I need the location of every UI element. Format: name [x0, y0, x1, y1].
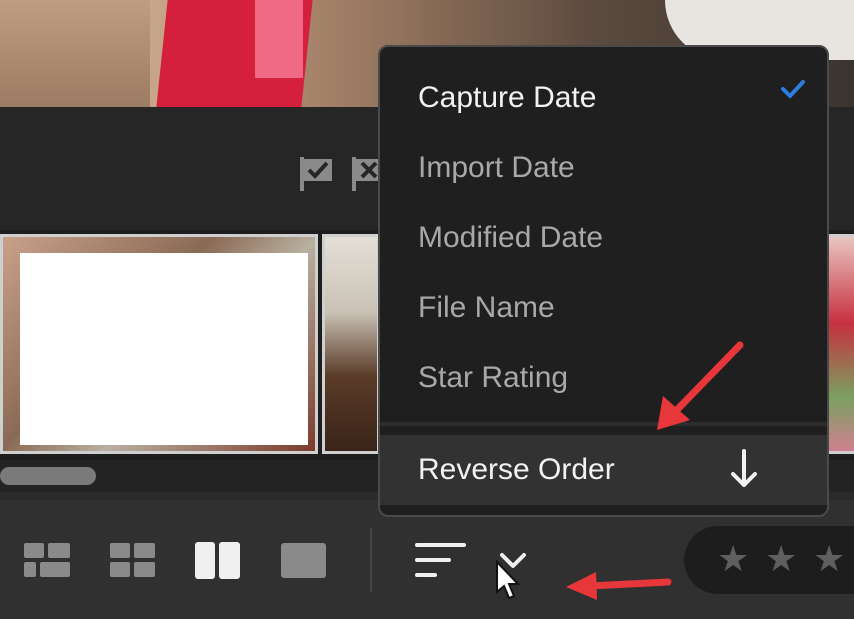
menu-item-file-name[interactable]: File Name [418, 288, 555, 328]
detail-view-icon[interactable] [281, 543, 326, 579]
photo-region [0, 0, 150, 107]
mouse-cursor-icon [496, 560, 521, 600]
grid-view-icon[interactable] [110, 543, 156, 579]
star-icon[interactable]: ★ [765, 540, 797, 580]
compare-view-icon[interactable] [195, 542, 241, 580]
arrow-down-icon [731, 449, 757, 487]
menu-item-star-rating[interactable]: Star Rating [418, 358, 568, 398]
menu-item-reverse-order[interactable]: Reverse Order [380, 435, 827, 505]
scrollbar-thumb[interactable] [0, 467, 96, 485]
filmstrip-thumbnail[interactable] [322, 234, 380, 454]
checkmark-icon [781, 80, 805, 98]
star-icon[interactable]: ★ [717, 540, 749, 580]
pick-flag-icon[interactable] [298, 155, 334, 193]
square-grid-view-icon[interactable] [24, 543, 72, 579]
menu-item-modified-date[interactable]: Modified Date [418, 218, 603, 258]
reverse-order-label: Reverse Order [418, 453, 615, 486]
sort-lines-icon[interactable] [415, 543, 467, 579]
filmstrip-thumbnail[interactable] [826, 234, 854, 454]
filmstrip-thumbnail[interactable] [0, 234, 318, 454]
menu-item-import-date[interactable]: Import Date [418, 148, 575, 188]
menu-divider [380, 422, 827, 426]
photo-region [255, 0, 303, 78]
redacted-area [20, 253, 308, 445]
star-icon[interactable]: ★ [813, 540, 845, 580]
sort-menu: Capture Date Import Date Modified Date F… [378, 45, 829, 517]
toolbar-divider [370, 528, 372, 592]
menu-item-capture-date[interactable]: Capture Date [418, 78, 596, 118]
